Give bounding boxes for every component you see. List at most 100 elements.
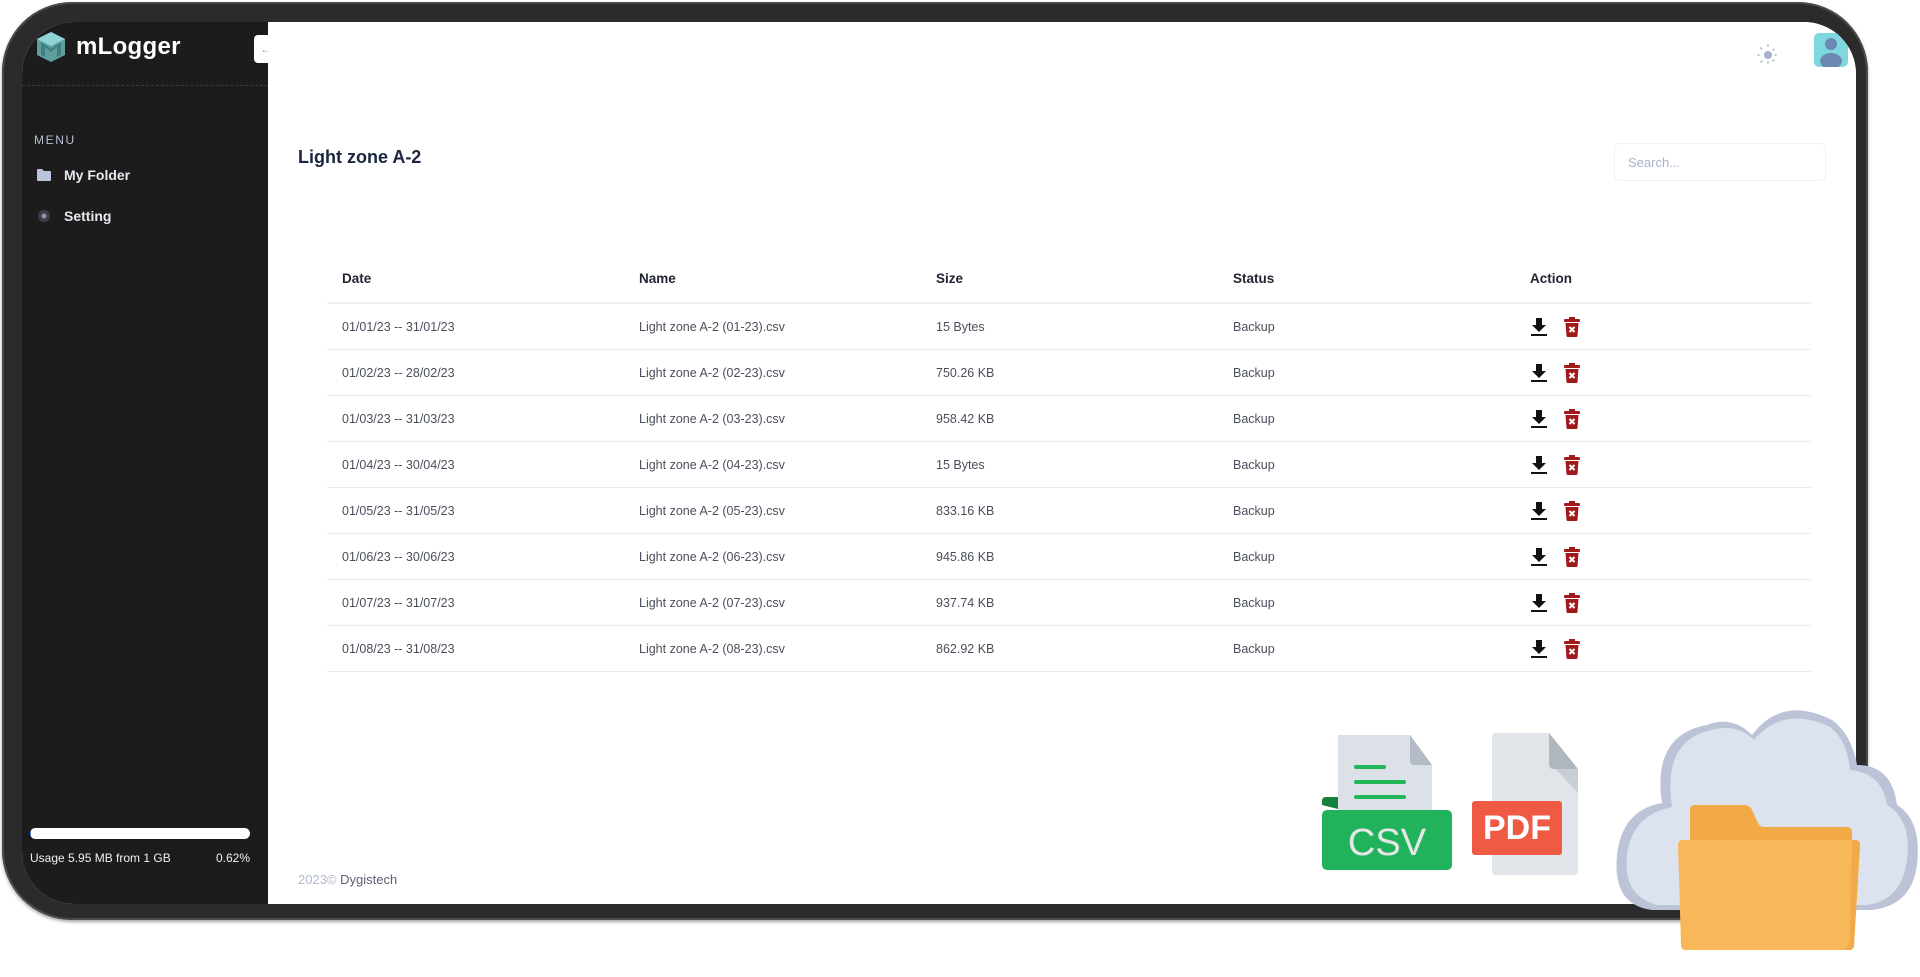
cell-date: 01/03/23 -- 31/03/23 <box>327 395 624 442</box>
cell-action <box>1515 349 1811 396</box>
cell-action <box>1515 441 1811 488</box>
cell-date: 01/01/23 -- 31/01/23 <box>327 303 624 350</box>
table-row: 01/08/23 -- 31/08/23 Light zone A-2 (08-2… <box>327 625 1811 672</box>
row-actions <box>1530 316 1811 337</box>
sidebar-item-my-folder[interactable]: My Folder <box>36 167 130 183</box>
cell-name[interactable]: Light zone A-2 (01-23).csv <box>624 303 921 350</box>
trash-icon <box>1564 500 1580 521</box>
delete-button[interactable] <box>1564 454 1580 475</box>
cell-name[interactable]: Light zone A-2 (06-23).csv <box>624 533 921 580</box>
table-row: 01/04/23 -- 30/04/23 Light zone A-2 (04-2… <box>327 441 1811 488</box>
pdf-label: PDF <box>1483 809 1551 847</box>
avatar[interactable] <box>1814 33 1848 67</box>
delete-button[interactable] <box>1564 316 1580 337</box>
download-icon <box>1531 639 1547 658</box>
column-header-action: Action <box>1515 254 1811 304</box>
cell-status: Backup <box>1218 303 1515 350</box>
cell-date: 01/05/23 -- 31/05/23 <box>327 487 624 534</box>
column-header-name[interactable]: Name <box>624 254 921 304</box>
cell-name[interactable]: Light zone A-2 (08-23).csv <box>624 625 921 672</box>
column-header-status[interactable]: Status <box>1218 254 1515 304</box>
storage-usage-percent: 0.62% <box>215 851 250 865</box>
trash-icon <box>1564 362 1580 383</box>
theme-toggle-button[interactable] <box>1755 42 1781 68</box>
download-icon <box>1531 593 1547 612</box>
download-icon <box>1531 547 1547 566</box>
row-actions <box>1530 546 1811 567</box>
cell-size: 937.74 KB <box>921 579 1218 626</box>
trash-icon <box>1564 316 1580 337</box>
cell-action <box>1515 533 1811 580</box>
download-icon <box>1531 317 1547 336</box>
cell-date: 01/07/23 -- 31/07/23 <box>327 579 624 626</box>
download-icon <box>1531 501 1547 520</box>
cell-action <box>1515 487 1811 534</box>
cell-action <box>1515 395 1811 442</box>
cell-name[interactable]: Light zone A-2 (05-23).csv <box>624 487 921 534</box>
row-actions <box>1530 454 1811 475</box>
user-icon <box>1820 38 1842 67</box>
row-actions <box>1530 638 1811 659</box>
table-row: 01/06/23 -- 30/06/23 Light zone A-2 (06-2… <box>327 533 1811 580</box>
pdf-file-illustration: PDF <box>1472 733 1578 875</box>
download-button[interactable] <box>1530 547 1548 567</box>
cell-action <box>1515 625 1811 672</box>
storage-usage-fill <box>30 828 32 839</box>
download-button[interactable] <box>1530 409 1548 429</box>
download-button[interactable] <box>1530 593 1548 613</box>
cell-action <box>1515 579 1811 626</box>
storage-usage-bar <box>30 828 250 839</box>
cell-name[interactable]: Light zone A-2 (07-23).csv <box>624 579 921 626</box>
gear-icon <box>38 210 50 222</box>
delete-button[interactable] <box>1564 408 1580 429</box>
column-header-date[interactable]: Date <box>327 254 624 304</box>
download-button[interactable] <box>1530 363 1548 383</box>
files-table: Date Name Size Status Action 01/01/23 --… <box>327 254 1811 672</box>
trash-icon <box>1564 408 1580 429</box>
trash-icon <box>1564 546 1580 567</box>
cell-status: Backup <box>1218 349 1515 396</box>
device-frame: mLogger MENU My Folder Setting Usage 5.9… <box>2 2 1868 920</box>
delete-button[interactable] <box>1564 638 1580 659</box>
delete-button[interactable] <box>1564 592 1580 613</box>
search-input[interactable] <box>1614 143 1826 181</box>
delete-button[interactable] <box>1564 500 1580 521</box>
logo-icon <box>37 32 65 62</box>
table-row: 01/07/23 -- 31/07/23 Light zone A-2 (07-2… <box>327 579 1811 626</box>
cell-name[interactable]: Light zone A-2 (02-23).csv <box>624 349 921 396</box>
download-button[interactable] <box>1530 501 1548 521</box>
column-header-size[interactable]: Size <box>921 254 1218 304</box>
download-button[interactable] <box>1530 639 1548 659</box>
folder-icon <box>37 169 51 181</box>
cell-name[interactable]: Light zone A-2 (04-23).csv <box>624 441 921 488</box>
table-row: 01/03/23 -- 31/03/23 Light zone A-2 (03-2… <box>327 395 1811 442</box>
logo[interactable]: mLogger <box>34 30 181 64</box>
cell-status: Backup <box>1218 395 1515 442</box>
delete-button[interactable] <box>1564 362 1580 383</box>
download-button[interactable] <box>1530 317 1548 337</box>
cell-status: Backup <box>1218 625 1515 672</box>
cloud-folder-illustration <box>1616 710 1918 950</box>
row-actions <box>1530 362 1811 383</box>
sidebar-item-label: Setting <box>64 208 112 224</box>
sidebar-item-setting[interactable]: Setting <box>36 208 111 224</box>
delete-button[interactable] <box>1564 546 1580 567</box>
download-button[interactable] <box>1530 455 1548 475</box>
footer-year: 2023© <box>298 872 337 887</box>
download-icon <box>1531 363 1547 382</box>
cell-date: 01/06/23 -- 30/06/23 <box>327 533 624 580</box>
page-title: Light zone A-2 <box>298 147 422 167</box>
csv-label: CSV <box>1348 822 1427 864</box>
row-actions <box>1530 408 1811 429</box>
csv-file-illustration: CSV <box>1322 735 1452 870</box>
cell-date: 01/04/23 -- 30/04/23 <box>327 441 624 488</box>
table-row: 01/05/23 -- 31/05/23 Light zone A-2 (05-2… <box>327 487 1811 534</box>
cell-size: 958.42 KB <box>921 395 1218 442</box>
sidebar-item-label: My Folder <box>64 167 131 183</box>
cell-status: Backup <box>1218 579 1515 626</box>
cell-date: 01/08/23 -- 31/08/23 <box>327 625 624 672</box>
footer-brand[interactable]: Dygistech <box>340 872 397 887</box>
cell-name[interactable]: Light zone A-2 (03-23).csv <box>624 395 921 442</box>
cell-size: 750.26 KB <box>921 349 1218 396</box>
trash-icon <box>1564 592 1580 613</box>
